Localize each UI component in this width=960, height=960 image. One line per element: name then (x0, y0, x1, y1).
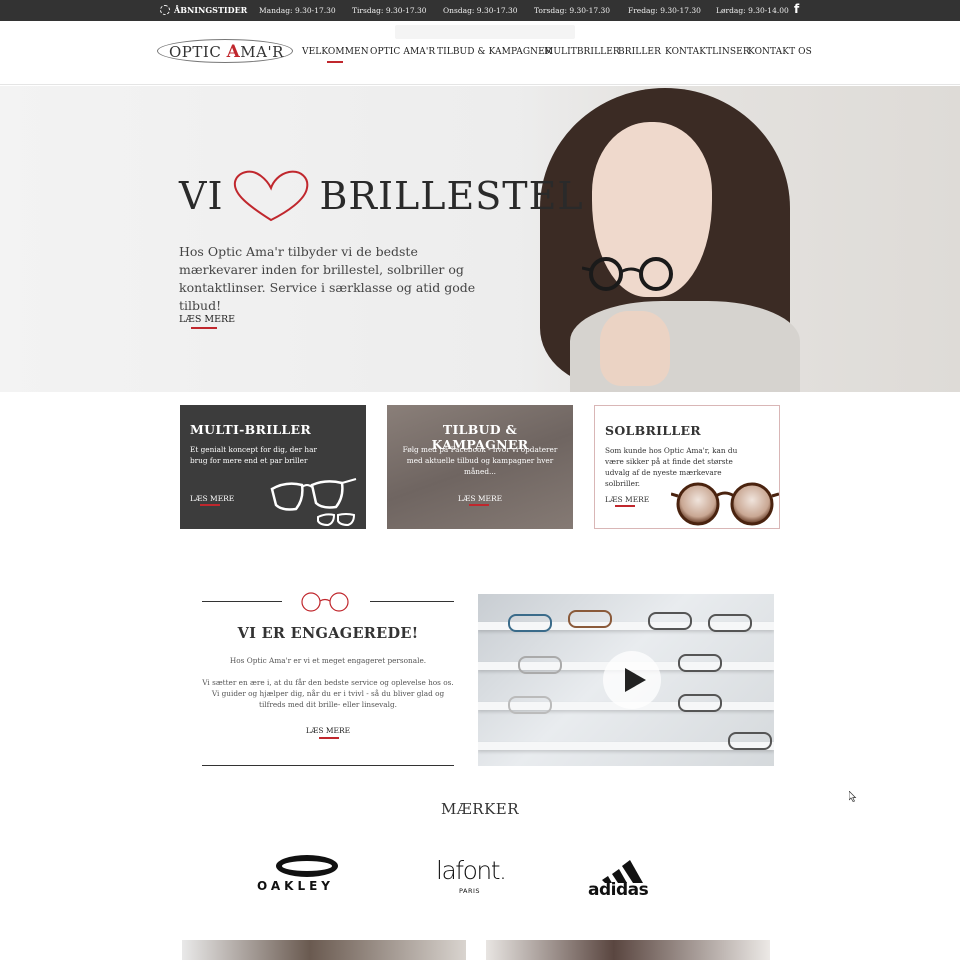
card-read-more-link[interactable]: LÆS MERE (190, 494, 234, 506)
engaged-text: Vi sætter en ære i, at du får den bedste… (202, 678, 454, 709)
lafont-logo-subtext: PARIS (459, 887, 481, 895)
glasses-icon (301, 592, 349, 612)
clock-icon (160, 5, 170, 15)
card-title: SOLBRILLER (605, 423, 701, 438)
nav-item-multibriller[interactable]: MULITBRILLER (544, 47, 620, 57)
card-solbriller[interactable]: SOLBRILLER Som kunde hos Optic Ama'r, ka… (594, 405, 780, 529)
nav-item-kontakt-os[interactable]: KONTAKT OS (748, 47, 812, 57)
glasses-icon (582, 257, 673, 291)
eyeglasses-icon (270, 478, 357, 527)
card-multi-briller[interactable]: MULTI-BRILLER Et genialt koncept for dig… (180, 405, 366, 529)
nav-item-briller[interactable]: BRILLER (618, 47, 661, 57)
adidas-logo-text: adidas (588, 880, 649, 900)
card-read-more-link[interactable]: LÆS MERE (605, 495, 649, 507)
sunglasses-icon (671, 482, 779, 526)
hours-saturday: Lørdag: 9.30-14.00 (716, 6, 789, 15)
hours-wednesday: Onsdag: 9.30-17.30 (443, 6, 518, 15)
card-description: Følg med på Facebook - hvor vi opdaterer… (402, 445, 558, 476)
nav-item-kontaktlinser[interactable]: KONTAKTLINSER (665, 47, 750, 57)
brands-title: MÆRKER (440, 800, 520, 818)
hours-thursday: Torsdag: 9.30-17.30 (534, 6, 611, 15)
nav-item-velkommen[interactable]: VELKOMMEN (302, 47, 369, 63)
engaged-title: VI ER ENGAGEREDE! (237, 625, 419, 642)
card-description: Et genialt koncept for dig, der har brug… (190, 445, 317, 465)
play-icon[interactable] (603, 651, 661, 709)
hours-monday: Mandag: 9.30-17.30 (259, 6, 336, 15)
opening-hours-bar: ÅBNINGSTIDER Mandag: 9.30-17.30 Tirsdag:… (0, 0, 960, 21)
site-header: OPTIC AMA'R VELKOMMEN OPTIC AMA'R TILBUD… (0, 21, 960, 85)
hero-description: Hos Optic Ama'r tilbyder vi de bedste mæ… (179, 244, 476, 313)
divider (202, 765, 454, 766)
oakley-logo (276, 855, 338, 877)
lafont-logo: lafont. (436, 856, 507, 885)
engaged-intro: Hos Optic Ama'r er vi et meget engageret… (229, 656, 427, 665)
card-read-more-link[interactable]: LÆS MERE (396, 494, 564, 506)
hero-read-more-link[interactable]: LÆS MERE (179, 314, 235, 329)
mouse-cursor-icon (849, 791, 857, 802)
divider (370, 601, 454, 602)
nav-item-optic-amar[interactable]: OPTIC AMA'R (370, 47, 435, 57)
card-tilbud-kampagner[interactable]: TILBUD & KAMPAGNER Følg med på Facebook … (387, 405, 573, 529)
engaged-read-more-link[interactable]: LÆS MERE (202, 726, 454, 735)
bottom-image-left (182, 940, 466, 960)
heart-icon (234, 170, 309, 222)
divider (202, 601, 282, 602)
hero-title: VI BRILLESTEL (179, 168, 584, 224)
bottom-image-right (486, 940, 770, 960)
site-logo[interactable]: OPTIC AMA'R (157, 33, 293, 69)
nav-item-tilbud[interactable]: TILBUD & KAMPAGNER (437, 47, 552, 57)
video-player[interactable] (478, 594, 774, 766)
hours-friday: Fredag: 9.30-17.30 (628, 6, 701, 15)
opening-hours-label: ÅBNINGSTIDER (160, 5, 247, 15)
facebook-icon[interactable]: f (794, 2, 799, 16)
engaged-section: VI ER ENGAGEREDE! Hos Optic Ama'r er vi … (202, 592, 454, 766)
header-overlay-bar (395, 25, 575, 39)
oakley-logo-text: OAKLEY (257, 879, 334, 893)
hours-tuesday: Tirsdag: 9.30-17.30 (352, 6, 427, 15)
hero-banner: VI BRILLESTEL Hos Optic Ama'r tilbyder v… (0, 86, 960, 392)
card-title: MULTI-BRILLER (190, 422, 312, 437)
